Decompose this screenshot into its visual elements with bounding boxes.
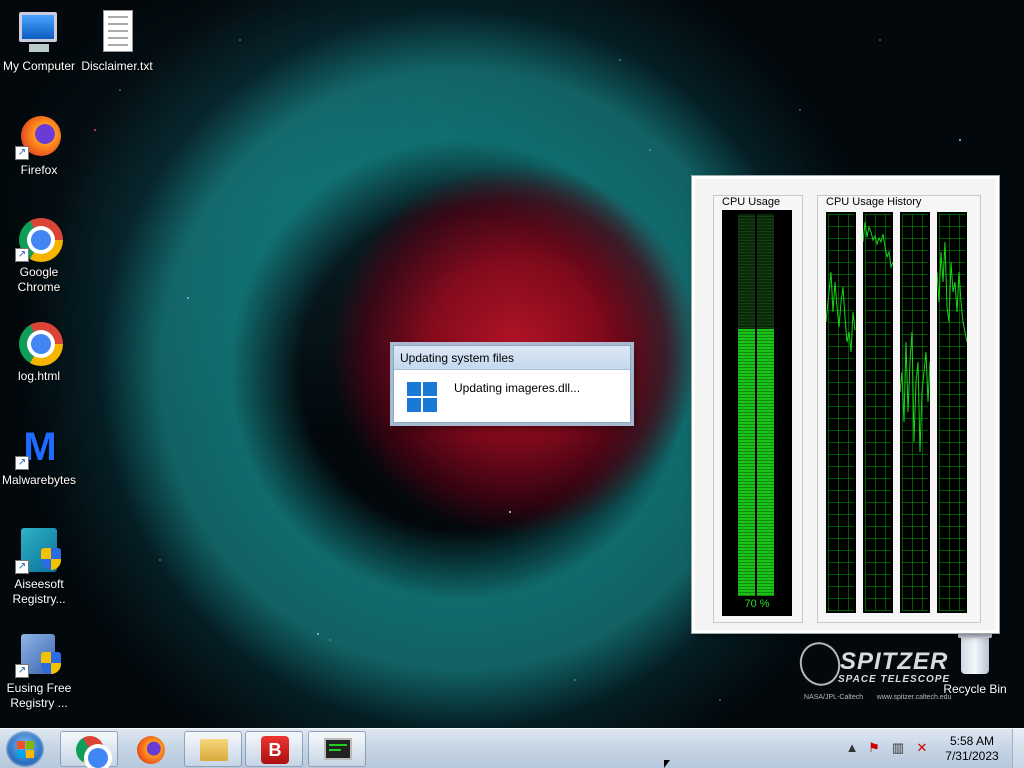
registry-tool-icon: B bbox=[261, 736, 289, 764]
desktop-icon-label: Google Chrome bbox=[17, 265, 61, 294]
recycle-bin-label[interactable]: Recycle Bin bbox=[936, 682, 1014, 697]
windows-logo-icon bbox=[407, 382, 437, 412]
chevron-up-icon[interactable]: ▲ bbox=[844, 740, 860, 756]
show-desktop-button[interactable] bbox=[1012, 729, 1024, 768]
core-3-history bbox=[900, 212, 930, 613]
recycle-bin-icon[interactable] bbox=[958, 632, 992, 674]
network-icon[interactable]: ▥ bbox=[890, 740, 906, 756]
core-4-history bbox=[937, 212, 967, 613]
computer-icon bbox=[15, 8, 63, 56]
cpu-history-title: CPU Usage History bbox=[826, 196, 922, 208]
logo-credit: NASA/JPL-Caltech www.spitzer.caltech.edu bbox=[804, 694, 951, 701]
cpu-history-panel: CPU Usage History bbox=[817, 195, 981, 623]
desktop-icon-label: My Computer bbox=[2, 59, 76, 73]
core-1-history bbox=[826, 212, 856, 613]
update-dialog[interactable]: Updating system files Updating imageres.… bbox=[393, 345, 631, 423]
core-2-history bbox=[863, 212, 893, 613]
desktop-icon-label: Firefox bbox=[20, 163, 58, 177]
taskbar-chrome-button[interactable] bbox=[60, 731, 118, 768]
dialog-message: Updating imageres.dll... bbox=[454, 381, 581, 395]
shortcut-arrow-icon: ↗ bbox=[15, 146, 29, 160]
taskbar: B ▲ ⚑ ▥ ✕ 5:58 AM 7/31/2023 bbox=[0, 728, 1024, 768]
folder-icon bbox=[200, 739, 228, 761]
shortcut-arrow-icon: ↗ bbox=[15, 456, 29, 470]
shortcut-arrow-icon: ↗ bbox=[15, 664, 29, 678]
firefox-icon: ↗ bbox=[15, 112, 63, 160]
logo-subtitle: SPACE TELESCOPE bbox=[838, 674, 951, 685]
desktop-icon-label: Malwarebytes bbox=[1, 473, 77, 487]
chrome-icon: ↗ bbox=[15, 214, 63, 262]
desktop-icon-firefox[interactable]: ↗ Firefox bbox=[0, 112, 78, 178]
taskbar-registry-tool-button[interactable]: B bbox=[245, 731, 303, 767]
chrome-icon bbox=[76, 736, 108, 768]
clock-time: 5:58 AM bbox=[949, 734, 995, 748]
firefox-icon bbox=[137, 736, 165, 764]
start-button[interactable] bbox=[6, 731, 44, 767]
registry-cleaner-icon: ↗ bbox=[15, 630, 63, 678]
desktop-icon-google-chrome[interactable]: ↗ Google Chrome bbox=[0, 214, 78, 295]
dialog-body: Updating imageres.dll... bbox=[394, 370, 630, 422]
cpu-history-graphs bbox=[826, 210, 974, 616]
desktop-icon-label: Eusing Free Registry ... bbox=[6, 681, 72, 710]
shortcut-arrow-icon: ↗ bbox=[15, 560, 29, 574]
text-file-icon bbox=[93, 8, 141, 56]
cpu-usage-percent: 70 % bbox=[744, 598, 770, 610]
desktop-icon-label: log.html bbox=[17, 369, 61, 383]
cpu-usage-panel: CPU Usage 70 % bbox=[713, 195, 803, 623]
clock-date: 7/31/2023 bbox=[945, 749, 999, 763]
desktop-icon-log-html[interactable]: log.html bbox=[0, 318, 78, 384]
mouse-cursor bbox=[664, 760, 670, 768]
cpu-usage-title: CPU Usage bbox=[722, 196, 781, 208]
logo-title: SPITZER bbox=[840, 648, 949, 675]
dialog-title[interactable]: Updating system files bbox=[394, 346, 630, 370]
malwarebytes-icon: M ↗ bbox=[15, 422, 63, 470]
taskbar-clock[interactable]: 5:58 AM 7/31/2023 bbox=[936, 734, 1008, 764]
desktop-icon-label: Disclaimer.txt bbox=[81, 59, 153, 73]
cpu-usage-track bbox=[738, 214, 774, 596]
cpu-meter-gadget[interactable]: CPU Usage 70 % CPU Usage History bbox=[691, 175, 1000, 634]
desktop-icon-malwarebytes[interactable]: M ↗ Malwarebytes bbox=[0, 422, 78, 488]
volume-muted-icon[interactable]: ✕ bbox=[914, 740, 930, 756]
taskbar-cpu-meter-button[interactable] bbox=[308, 731, 366, 767]
registry-cleaner-icon: ↗ bbox=[15, 526, 63, 574]
taskbar-explorer-button[interactable] bbox=[184, 731, 242, 767]
chrome-html-icon bbox=[15, 318, 63, 366]
credit-left: NASA/JPL-Caltech bbox=[804, 694, 864, 701]
desktop-icon-eusing[interactable]: ↗ Eusing Free Registry ... bbox=[0, 630, 78, 711]
monitor-icon bbox=[324, 738, 352, 760]
shortcut-arrow-icon: ↗ bbox=[15, 248, 29, 262]
desktop-icon-disclaimer[interactable]: Disclaimer.txt bbox=[78, 8, 156, 74]
desktop-icon-my-computer[interactable]: My Computer bbox=[0, 8, 78, 74]
desktop-icon-label: Aiseesoft Registry... bbox=[12, 577, 66, 606]
action-center-icon[interactable]: ⚑ bbox=[866, 740, 882, 756]
desktop-icon-aiseesoft[interactable]: ↗ Aiseesoft Registry... bbox=[0, 526, 78, 607]
taskbar-firefox-button[interactable] bbox=[121, 731, 179, 767]
cpu-usage-meter: 70 % bbox=[722, 210, 792, 616]
